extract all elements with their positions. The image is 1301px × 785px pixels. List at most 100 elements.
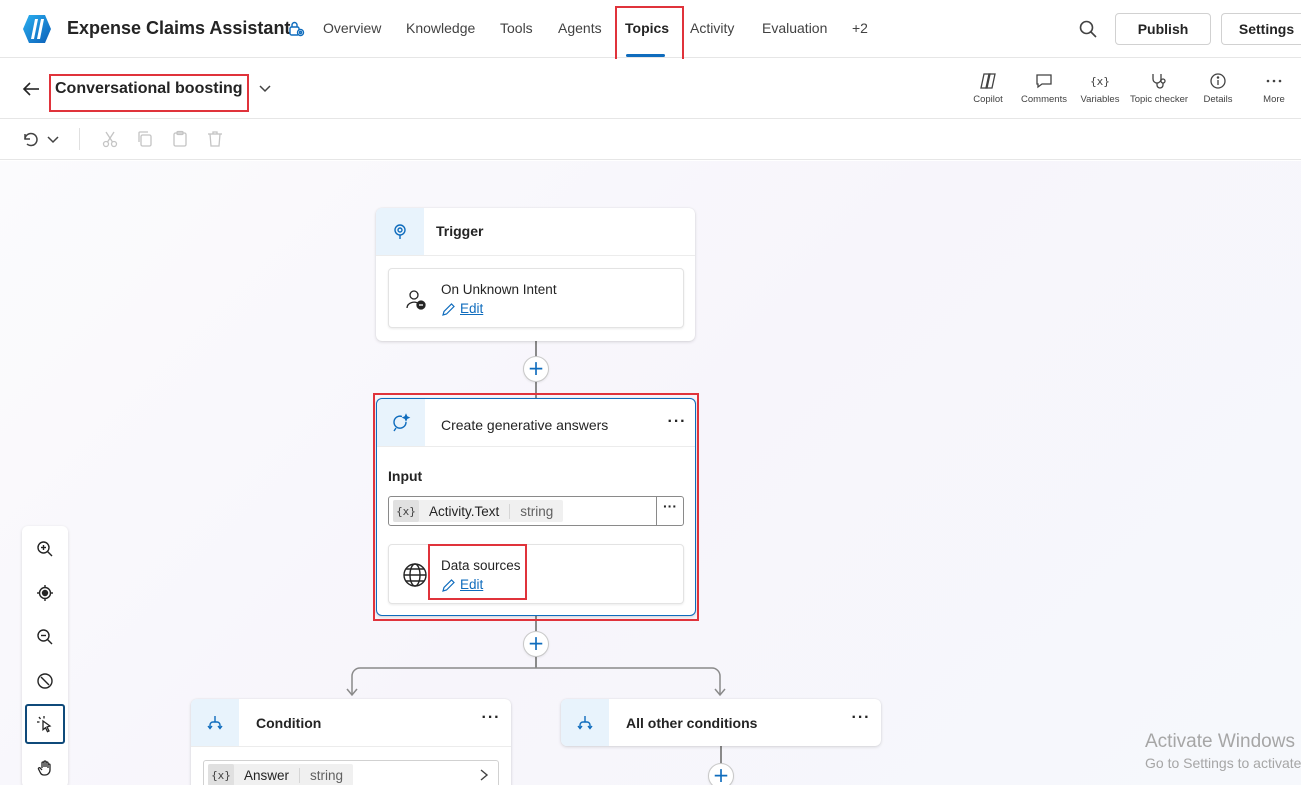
tab-tools[interactable]: Tools — [500, 20, 533, 36]
select-pointer-icon[interactable] — [25, 704, 65, 744]
activate-windows-watermark: Activate Windows — [1145, 731, 1295, 752]
add-node-button[interactable]: + — [523, 356, 549, 382]
trigger-node[interactable]: Trigger On Unknown Intent Edit — [376, 208, 695, 341]
topic-checker-tool-label: Topic checker — [1129, 94, 1189, 105]
node-more-button[interactable]: ··· — [481, 710, 501, 731]
trigger-node-title: Trigger — [436, 223, 484, 239]
undo-icon[interactable] — [21, 130, 39, 148]
back-arrow-icon[interactable] — [20, 80, 42, 98]
add-node-button[interactable]: + — [523, 631, 549, 657]
comment-icon — [1034, 72, 1054, 90]
trigger-card-title: On Unknown Intent — [441, 282, 557, 297]
data-sources-edit-link[interactable]: Edit — [441, 577, 483, 592]
copy-icon[interactable] — [136, 130, 154, 148]
trigger-edit-label: Edit — [460, 301, 484, 316]
top-bar: Expense Claims Assistant Overview Knowle… — [0, 0, 1301, 66]
copilot-tool-button[interactable]: Copilot — [956, 72, 1020, 108]
zoom-out-icon[interactable] — [25, 617, 65, 657]
search-icon[interactable] — [1077, 18, 1099, 40]
cut-icon[interactable] — [101, 130, 119, 148]
condition-variable-field[interactable]: {x} Answer string — [203, 760, 499, 785]
tab-overview[interactable]: Overview — [323, 20, 381, 36]
input-label: Input — [388, 468, 423, 484]
minimap-toggle-icon[interactable] — [25, 661, 65, 701]
variable-chip: {x} Activity.Text string — [393, 500, 564, 522]
input-variable-field[interactable]: {x} Activity.Text string ··· — [388, 496, 684, 526]
generative-answers-node[interactable]: Create generative answers ··· Input {x} … — [376, 398, 696, 616]
undo-dropdown-chevron-icon[interactable] — [45, 130, 63, 148]
variable-type: string — [509, 503, 563, 519]
more-icon — [1264, 72, 1284, 90]
topic-title[interactable]: Conversational boosting — [55, 80, 243, 98]
trigger-edit-link[interactable]: Edit — [441, 301, 483, 316]
condition-title: Condition — [256, 715, 322, 731]
variables-tool-label: Variables — [1080, 94, 1120, 105]
connector-line — [535, 341, 537, 357]
tab-topics[interactable]: Topics — [625, 20, 669, 36]
connector-line — [535, 616, 537, 631]
more-tool-label: More — [1263, 94, 1285, 105]
branch-icon — [561, 699, 609, 746]
publish-button[interactable]: Publish — [1115, 13, 1211, 45]
variable-name: Answer — [244, 767, 290, 783]
variable-icon: {x} — [208, 764, 234, 785]
zoom-in-icon[interactable] — [25, 529, 65, 569]
all-other-conditions-node[interactable]: All other conditions ··· — [561, 699, 881, 746]
app-title: Expense Claims Assistant — [67, 18, 291, 38]
data-sources-card[interactable]: Data sources Edit — [388, 544, 684, 604]
variables-tool-button[interactable]: {x} Variables — [1068, 72, 1132, 108]
delete-icon[interactable] — [206, 130, 224, 148]
node-more-button[interactable]: ··· — [667, 414, 687, 435]
tab-agents[interactable]: Agents — [558, 20, 602, 36]
trigger-card[interactable]: On Unknown Intent Edit — [388, 268, 684, 328]
tab-more-count[interactable]: +2 — [852, 20, 868, 36]
pencil-icon — [442, 579, 455, 592]
pencil-icon — [442, 303, 455, 316]
agent-settings-icon[interactable] — [287, 20, 305, 38]
variable-more-button[interactable]: ··· — [656, 497, 683, 525]
data-sources-edit-label: Edit — [460, 577, 484, 592]
tab-activity[interactable]: Activity — [690, 20, 734, 36]
branch-connector — [346, 667, 726, 697]
details-tool-button[interactable]: Details — [1186, 72, 1250, 108]
paste-icon[interactable] — [171, 130, 189, 148]
add-node-button[interactable]: + — [708, 763, 734, 785]
all-other-conditions-title: All other conditions — [626, 715, 758, 731]
variable-icon: {x} — [1090, 72, 1110, 90]
copilot-tool-label: Copilot — [973, 94, 1003, 105]
more-tool-button[interactable]: More — [1242, 72, 1301, 108]
toolbar-divider — [79, 128, 80, 150]
condition-header: Condition ··· — [191, 699, 511, 747]
variable-chip: {x} Answer string — [208, 764, 354, 785]
trigger-icon — [376, 208, 424, 255]
data-sources-title: Data sources — [441, 558, 521, 573]
edit-toolbar — [0, 120, 1301, 160]
stethoscope-icon — [1149, 72, 1169, 90]
recenter-icon[interactable] — [25, 573, 65, 613]
condition-node[interactable]: Condition ··· {x} Answer string — [191, 699, 511, 785]
chevron-right-icon[interactable] — [478, 768, 490, 782]
chevron-down-icon[interactable] — [257, 82, 273, 96]
node-more-button[interactable]: ··· — [851, 710, 871, 731]
generative-answers-icon — [377, 399, 425, 446]
info-icon — [1208, 72, 1228, 90]
comments-tool-button[interactable]: Comments — [1012, 72, 1076, 108]
variable-icon: {x} — [393, 500, 419, 522]
svg-text:{x}: {x} — [1090, 75, 1110, 88]
variable-name: Activity.Text — [429, 503, 500, 519]
tab-evaluation[interactable]: Evaluation — [762, 20, 827, 36]
hand-pan-icon[interactable] — [25, 748, 65, 785]
globe-icon — [402, 562, 428, 588]
connector-line — [535, 382, 537, 398]
active-tab-indicator — [626, 54, 665, 57]
canvas-controls-panel — [22, 526, 68, 785]
unknown-intent-icon — [404, 288, 428, 312]
settings-button[interactable]: Settings — [1221, 13, 1301, 45]
copilot-icon — [978, 72, 998, 90]
topic-checker-tool-button[interactable]: Topic checker — [1127, 72, 1191, 108]
topics-tab-highlight — [615, 6, 684, 66]
generative-answers-header: Create generative answers ··· — [377, 399, 695, 447]
branch-icon — [191, 699, 239, 746]
copilot-studio-logo-icon — [21, 13, 53, 45]
tab-knowledge[interactable]: Knowledge — [406, 20, 475, 36]
